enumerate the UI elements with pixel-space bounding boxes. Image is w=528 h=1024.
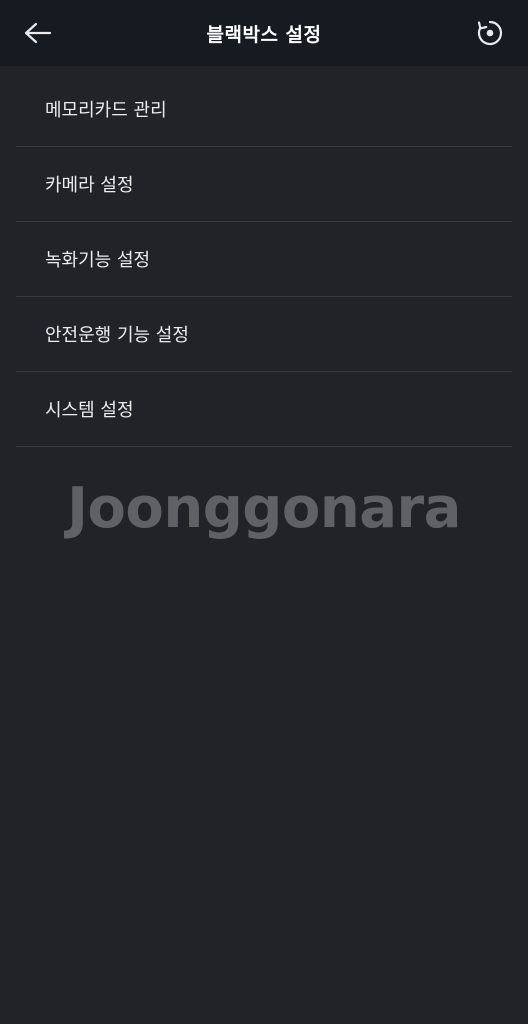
menu-item-label: 안전운행 기능 설정 <box>45 325 189 346</box>
menu-item-recording[interactable]: 녹화기능 설정 <box>16 222 512 297</box>
menu-item-label: 메모리카드 관리 <box>45 100 167 121</box>
settings-menu: 메모리카드 관리 카메라 설정 녹화기능 설정 안전운행 기능 설정 시스템 설… <box>16 72 512 447</box>
top-bar: 블랙박스 설정 <box>0 0 528 66</box>
reset-icon <box>477 20 503 46</box>
page-title: 블랙박스 설정 <box>206 23 322 46</box>
menu-item-label: 카메라 설정 <box>45 175 134 196</box>
menu-item-camera[interactable]: 카메라 설정 <box>16 147 512 222</box>
menu-item-system[interactable]: 시스템 설정 <box>16 372 512 447</box>
menu-item-label: 녹화기능 설정 <box>45 250 151 271</box>
arrow-left-icon <box>24 22 52 44</box>
back-button[interactable] <box>18 13 58 53</box>
menu-item-memory-card[interactable]: 메모리카드 관리 <box>16 72 512 147</box>
watermark: Joonggonara <box>67 476 461 541</box>
reset-button[interactable] <box>470 13 510 53</box>
menu-item-label: 시스템 설정 <box>45 400 134 421</box>
app-screen: 블랙박스 설정 메모리카드 관리 카메라 설정 녹화기능 설정 안전운행 기능 … <box>0 0 528 1024</box>
menu-item-safe-driving[interactable]: 안전운행 기능 설정 <box>16 297 512 372</box>
